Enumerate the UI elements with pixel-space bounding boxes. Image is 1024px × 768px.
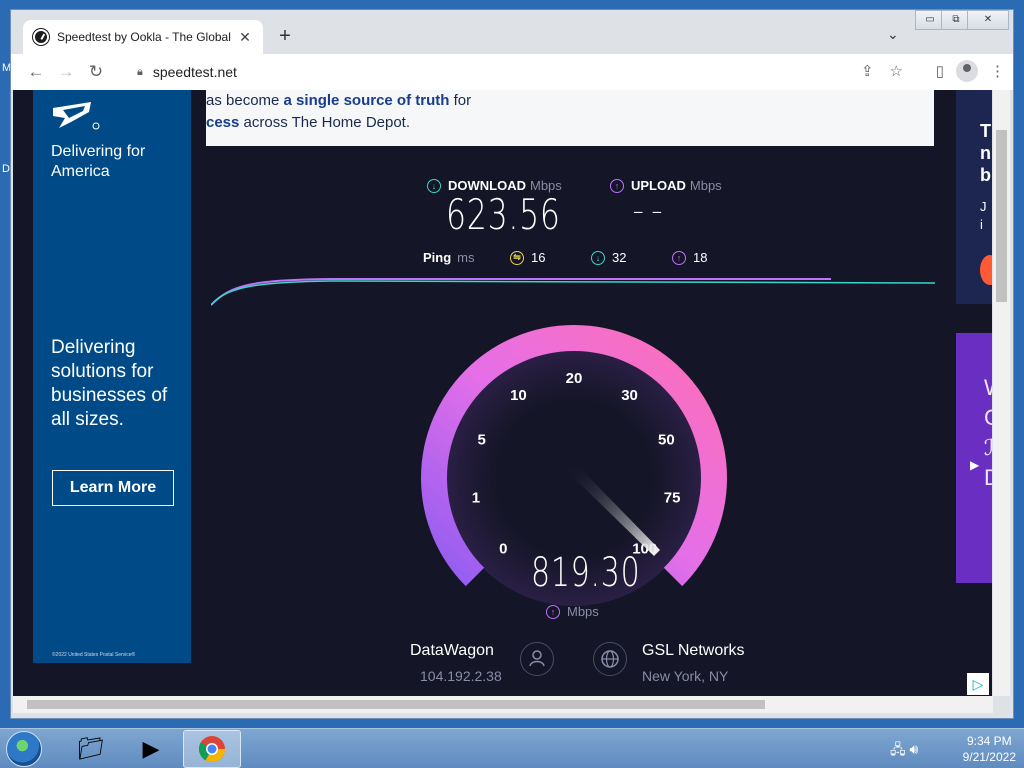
vertical-scroll-thumb[interactable] — [996, 130, 1007, 302]
right-ad-bottom[interactable]: ▶ WCℐD — [956, 333, 992, 583]
banner-text: for — [449, 92, 472, 109]
banner-highlight: cess — [206, 114, 240, 131]
horizontal-scroll-thumb[interactable] — [27, 700, 765, 709]
close-window-button[interactable]: ✕ — [967, 10, 1009, 30]
banner-text: as become — [206, 92, 284, 109]
desktop-icon-label: D — [2, 163, 10, 175]
server-location: New York, NY — [642, 668, 729, 684]
address-bar[interactable]: 🔒︎ speedtest.net — [129, 58, 919, 86]
taskbar: 📁︎ ▶ 🖧︎ 🔊︎ 9:34 PM 9/21/2022 — [0, 728, 1024, 768]
clock[interactable]: 9:34 PM 9/21/2022 — [963, 733, 1016, 765]
tab-title: Speedtest by Ookla - The Global — [57, 30, 231, 44]
horizontal-scrollbar[interactable] — [13, 696, 993, 713]
menu-kebab-icon[interactable]: ⋮ — [990, 62, 1005, 80]
banner-text: across The Home Depot. — [239, 114, 411, 131]
side-panel-icon[interactable]: ▯ — [936, 62, 944, 80]
forward-icon[interactable]: → — [51, 62, 81, 82]
usps-tagline: Delivering for America — [51, 143, 146, 180]
usps-copyright: ©2022 United States Postal Service® — [52, 652, 136, 658]
gauge-tick-label: 50 — [658, 432, 675, 449]
upload-arrow-icon: ↑ — [546, 604, 560, 619]
browser-toolbar: ← → ↻ 🔒︎ speedtest.net ⇪ ☆ ▯ ⋮ — [11, 54, 1013, 90]
bookmark-star-icon[interactable]: ☆ — [890, 62, 903, 80]
vertical-scrollbar[interactable] — [993, 90, 1010, 696]
user-icon[interactable] — [520, 642, 554, 676]
download-arrow-icon: ↓ — [427, 178, 441, 193]
back-icon[interactable]: ← — [21, 62, 51, 82]
share-icon[interactable]: ⇪ — [861, 62, 874, 80]
gauge-tick-label: 0 — [499, 541, 507, 558]
chrome-icon[interactable] — [183, 730, 241, 768]
gauge-tick-label: 20 — [566, 370, 583, 387]
usps-eagle-logo-icon — [53, 102, 100, 130]
upload-value: – – — [633, 194, 663, 227]
isp-ip: 104.192.2.38 — [420, 668, 502, 684]
download-graph-line — [211, 280, 935, 306]
tab-strip: Speedtest by Ookla - The Global ✕ + ⌄ ▭ … — [11, 10, 1013, 54]
idle-ping-icon: ⇋ — [510, 250, 524, 265]
file-explorer-icon[interactable]: 📁︎ — [62, 730, 120, 768]
adchoices-icon[interactable]: ▷ — [967, 673, 989, 695]
banner-highlight: a single source of truth — [283, 92, 450, 109]
tray-icons: 🖧︎ 🔊︎ — [890, 739, 918, 763]
download-value: 623.56 — [446, 190, 561, 239]
upload-label: ↑ UPLOAD Mbps — [610, 178, 722, 193]
gauge-tick-label: 10 — [510, 387, 527, 404]
volume-icon[interactable]: 🔊︎ — [910, 741, 919, 757]
learn-more-button[interactable]: Learn More — [52, 470, 174, 506]
right-ad-top[interactable]: T n b J i — [956, 90, 992, 304]
usps-ad[interactable]: Delivering for America Delivering soluti… — [33, 90, 191, 663]
upload-arrow-icon: ↑ — [610, 178, 624, 193]
gauge-tick-label: 1 — [472, 490, 480, 507]
isp-name: DataWagon — [410, 642, 494, 659]
play-icon[interactable]: ▶ — [970, 458, 979, 472]
tab-search-icon[interactable]: ⌄ — [887, 26, 899, 43]
url-text: speedtest.net — [152, 64, 237, 80]
globe-icon[interactable] — [593, 642, 627, 676]
new-tab-button[interactable]: + — [273, 25, 297, 48]
tab-close-icon[interactable]: ✕ — [237, 29, 253, 46]
media-player-icon[interactable]: ▶ — [122, 730, 180, 768]
gauge-tick-label: 30 — [621, 387, 638, 404]
gauge-tick-label: 5 — [477, 432, 485, 449]
top-banner-ad[interactable]: as become a single source of truth for c… — [206, 90, 934, 146]
gauge-tick-label: 75 — [664, 490, 681, 507]
ping-idle: ⇋ 16 — [510, 250, 545, 265]
profile-avatar-icon[interactable] — [956, 60, 978, 82]
start-button[interactable] — [6, 731, 42, 767]
reload-icon[interactable]: ↻ — [81, 62, 111, 82]
network-icon[interactable]: 🖧︎ — [890, 741, 906, 757]
speed-graph — [211, 278, 935, 306]
gauge-value: 819.30 — [531, 550, 641, 596]
lock-icon: 🔒︎ — [137, 65, 143, 78]
upload-ping-icon: ↑ — [672, 250, 686, 265]
ping-label: Ping ms — [423, 250, 475, 265]
page-viewport: Delivering for America Delivering soluti… — [13, 90, 992, 696]
ping-upload: ↑ 18 — [672, 250, 707, 265]
ping-download: ↓ 32 — [591, 250, 626, 265]
server-name[interactable]: GSL Networks — [642, 642, 745, 660]
gauge-unit: ↑ Mbps — [546, 604, 599, 619]
speedtest-favicon-icon — [33, 29, 49, 45]
tab-speedtest[interactable]: Speedtest by Ookla - The Global ✕ — [23, 20, 263, 54]
download-ping-icon: ↓ — [591, 250, 605, 265]
usps-headline: Delivering solutions for businesses of a… — [51, 337, 168, 430]
